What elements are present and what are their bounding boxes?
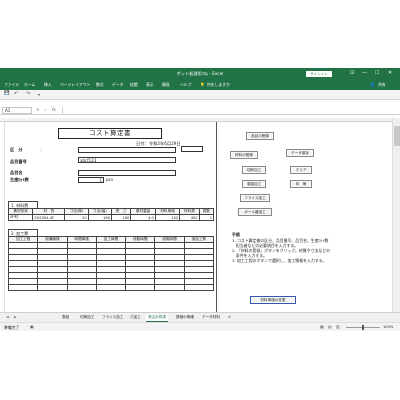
table-cell[interactable]: SP材 — [7, 214, 34, 221]
table-cell[interactable] — [125, 284, 156, 291]
kubun-field[interactable] — [78, 147, 176, 153]
item-name-label: 品目名 — [10, 170, 23, 175]
sheet-tab[interactable]: データ材料 — [200, 314, 222, 321]
page-layout-view-icon[interactable]: ▤ — [328, 324, 332, 329]
sheet-tab[interactable]: 穴加工 — [128, 314, 143, 321]
table-cell[interactable]: 102 — [154, 214, 181, 221]
enter-icon[interactable]: ✓ — [44, 107, 47, 112]
sheet-tab[interactable]: フライス加工 — [100, 314, 125, 321]
save-icon[interactable]: 💾 — [4, 91, 10, 96]
manager-field[interactable] — [181, 146, 203, 152]
tab-help[interactable]: ヘルプ — [180, 82, 191, 88]
fraise-process-button[interactable]: フライス加工 — [240, 194, 270, 202]
notes-title: 手順 — [232, 232, 240, 237]
document-title: コスト算定書 — [58, 128, 162, 139]
status-bar: 準備完了 ▣ ▦ ▤ ▥ 100% — [0, 322, 400, 331]
tab-insert[interactable]: 挿入 — [44, 82, 52, 88]
sheet-tab-active[interactable]: 発注計算書 — [146, 314, 168, 322]
tab-formulas[interactable]: 数式 — [96, 82, 104, 88]
name-box[interactable]: A1 — [2, 107, 32, 114]
cancel-icon[interactable]: ✕ — [36, 107, 39, 112]
macro-record-icon[interactable]: ▣ — [30, 324, 34, 329]
scroll-thumb[interactable] — [394, 126, 400, 146]
sheet-tab[interactable]: 切削加工 — [78, 314, 96, 321]
item-number-label: 品目番号 — [10, 159, 27, 164]
vertical-scrollbar[interactable] — [392, 118, 400, 314]
item-register-button[interactable]: 品目の登録 — [246, 132, 274, 140]
table-cell[interactable] — [37, 284, 68, 291]
lot-count-field[interactable]: 1 — [78, 177, 104, 183]
window-title: ボット処理用ﾘｶﾑ - Excel — [176, 71, 224, 76]
sign-in-button[interactable]: サインイン — [306, 71, 332, 77]
materials-table: 素材形状 材 質 寸法(厚) 寸法(幅) 長 さ 素材重量 材料単価 材料費 員… — [7, 208, 215, 221]
item-number-field[interactable]: abcf123 — [78, 157, 176, 163]
table-cell[interactable]: 4.0 — [130, 214, 156, 221]
tab-view[interactable]: 表示 — [146, 82, 154, 88]
table-cell[interactable] — [95, 284, 127, 291]
sheet-tabs-bar: ◀ ▶ 表紙 切削加工 フライス加工 穴加工 発注計算書 原価の明細 データ材料… — [0, 312, 400, 322]
note-line: 3. 加工工程のボタンで選択し、加工情報を入力する。 — [232, 258, 327, 263]
quick-access-toolbar: 💾 ↶ ↷ ▾ — [0, 90, 400, 100]
clear-button[interactable]: クリア — [290, 166, 312, 174]
normal-view-icon[interactable]: ▦ — [320, 324, 324, 329]
maximize-button[interactable]: ☐ — [375, 70, 379, 77]
tab-data[interactable]: データ — [112, 82, 123, 88]
minimize-button[interactable]: — — [362, 70, 367, 77]
table-cell[interactable]: SUS304-4F — [32, 214, 66, 221]
function-icon[interactable]: fx — [52, 107, 56, 112]
zoom-level: 100% — [383, 325, 394, 329]
panel-divider — [216, 122, 217, 312]
ribbon-display-icon[interactable]: ⊡ — [350, 70, 354, 77]
sheet-tab[interactable]: 表紙 — [60, 314, 71, 321]
table-cell[interactable] — [66, 284, 97, 291]
table-cell[interactable] — [7, 284, 39, 291]
item-name-field[interactable] — [78, 170, 176, 176]
material-price-change-button[interactable]: 材料単価の変更 — [250, 296, 296, 304]
lot-count-label: 生産ﾛｯﾄ数 — [10, 177, 29, 182]
kubun-label: 区 分 — [10, 147, 23, 152]
formula-bar: A1 ✕ ✓ fx — [0, 106, 400, 115]
lot-unit: pcs — [106, 177, 114, 182]
person-icon: 👤 — [370, 82, 375, 87]
tell-me-box[interactable]: 何をしますか — [207, 82, 230, 88]
title-bar: ボット処理用ﾘｶﾑ - Excel サインイン ⊡ — ☐ ✕ — [0, 68, 400, 80]
redo-icon[interactable]: ↷ — [26, 91, 30, 97]
ball-process-button[interactable]: ボール盤加工 — [238, 208, 272, 216]
table-cell[interactable]: 402 — [179, 214, 200, 221]
table-cell[interactable] — [183, 284, 215, 291]
sheet-tab[interactable]: 原価の明細 — [174, 314, 196, 321]
cutting-process-button[interactable]: 切削加工 — [242, 166, 266, 174]
share-button[interactable]: 共有 — [378, 82, 386, 88]
table-cell[interactable]: 160 — [87, 214, 113, 221]
kubun-colon: ： — [40, 147, 45, 152]
tab-file[interactable]: ファイル — [4, 82, 19, 88]
data-save-button[interactable]: データ保存 — [286, 149, 314, 157]
table-cell[interactable]: 160 — [110, 214, 132, 221]
tab-page-layout[interactable]: ページレイアウト — [60, 82, 90, 88]
page-break-view-icon[interactable]: ▥ — [336, 324, 340, 329]
lightbulb-icon: 💡 — [200, 82, 205, 87]
table-cell[interactable]: 20 — [64, 214, 89, 221]
zoom-slider-handle[interactable] — [362, 325, 364, 330]
table-cell[interactable]: 1 — [198, 214, 215, 221]
table-row: SP材 SUS304-4F 20 160 160 4.0 102 402 1 — [7, 214, 215, 221]
tab-review[interactable]: 校閲 — [130, 82, 138, 88]
formula-input[interactable] — [62, 107, 396, 114]
print-button[interactable]: 印 刷 — [290, 180, 312, 188]
table-cell[interactable] — [154, 284, 185, 291]
tab-home[interactable]: ホーム — [24, 82, 35, 88]
welding-process-button[interactable]: 溶接加工 — [242, 180, 266, 188]
add-sheet-icon[interactable]: ⊕ — [226, 314, 233, 320]
processing-table: 加工工程 設備機械 時間単価 加工時間 段取時間 段取時間 追加工費 — [7, 236, 215, 291]
tab-prev-icon[interactable]: ◀ — [4, 314, 11, 320]
table-row — [7, 284, 215, 291]
tab-developer[interactable]: 開発 — [162, 82, 170, 88]
material-register-button[interactable]: 材料の登録 — [230, 151, 258, 159]
close-button[interactable]: ✕ — [388, 70, 392, 77]
ribbon-tabs: ファイル ホーム 挿入 ページレイアウト 数式 データ 校閲 表示 開発 ヘルプ… — [0, 80, 400, 90]
customize-qat-icon[interactable]: ▾ — [38, 92, 40, 97]
tab-next-icon[interactable]: ▶ — [12, 314, 19, 320]
status-ready: 準備完了 — [4, 325, 20, 330]
undo-icon[interactable]: ↶ — [14, 91, 18, 97]
